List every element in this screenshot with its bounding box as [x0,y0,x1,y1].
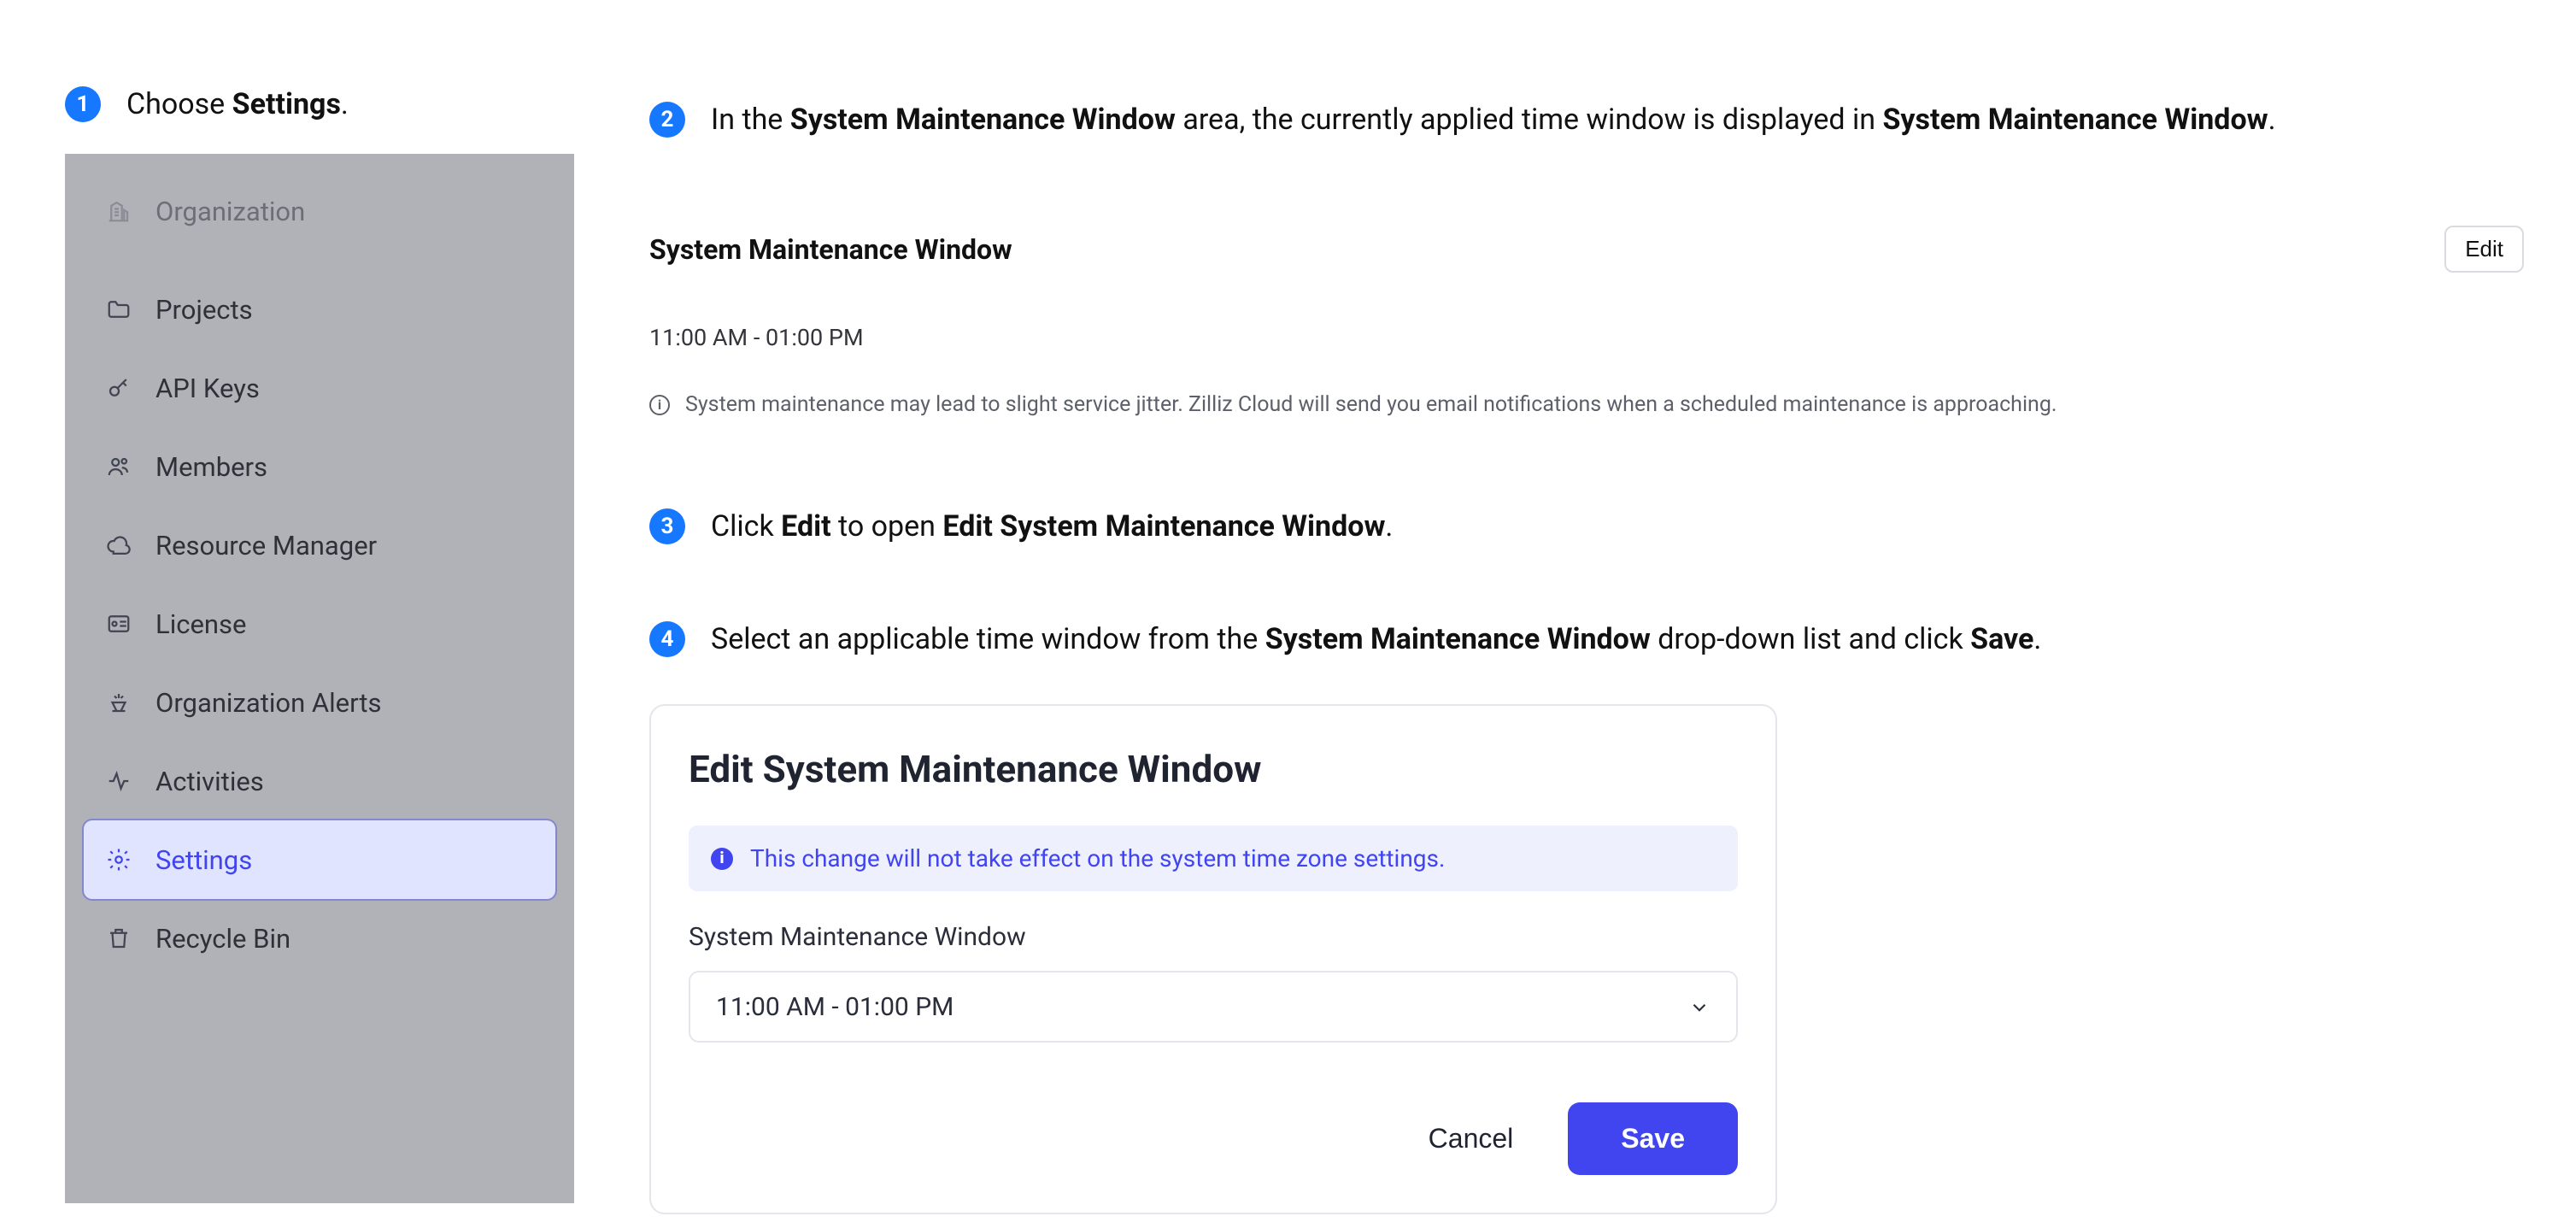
cloud-icon [104,531,133,560]
step-3-text: Click Edit to open Edit System Maintenan… [711,508,1393,545]
organization-icon [104,197,133,226]
sidebar-item-label: Recycle Bin [155,923,290,955]
sidebar-item-api-keys[interactable]: API Keys [84,349,555,427]
sidebar-header-organization: Organization [84,178,555,244]
maintenance-window-time: 11:00 AM - 01:00 PM [649,324,2529,351]
sidebar-item-label: Activities [155,766,264,797]
dialog-info-alert: i This change will not take effect on th… [689,826,1738,891]
dialog-title: Edit System Maintenance Window [689,747,1738,791]
maintenance-window-select[interactable]: 11:00 AM - 01:00 PM [689,971,1738,1043]
gear-icon [104,845,133,874]
step-2-text: In the System Maintenance Window area, t… [711,101,2276,138]
activity-icon [104,767,133,796]
edit-maintenance-window-dialog: Edit System Maintenance Window i This ch… [649,704,1777,1214]
info-filled-icon: i [711,848,733,870]
save-button[interactable]: Save [1568,1102,1738,1175]
folder-icon [104,295,133,324]
sidebar: Organization Projects API Keys Members [65,154,574,1203]
sidebar-header-label: Organization [155,196,305,227]
maintenance-window-panel: System Maintenance Window Edit 11:00 AM … [649,226,2529,417]
sidebar-item-label: Members [155,451,267,483]
step-2: 2 In the System Maintenance Window area,… [649,101,2276,138]
sidebar-item-resource-manager[interactable]: Resource Manager [84,506,555,585]
sidebar-item-label: API Keys [155,373,260,404]
chevron-down-icon [1688,996,1710,1018]
license-icon [104,609,133,638]
sidebar-item-label: Organization Alerts [155,687,381,719]
step-badge-4: 4 [649,621,685,657]
sidebar-item-activities[interactable]: Activities [84,742,555,820]
step-4: 4 Select an applicable time window from … [649,620,2041,658]
step-badge-3: 3 [649,508,685,544]
step-badge-2: 2 [649,102,685,138]
sidebar-item-label: Settings [155,844,252,876]
alert-icon [104,688,133,717]
dialog-alert-text: This change will not take effect on the … [750,844,1445,873]
select-value: 11:00 AM - 01:00 PM [716,992,954,1022]
info-icon: i [649,395,670,415]
trash-icon [104,924,133,953]
step-badge-1: 1 [65,86,101,122]
sidebar-item-label: Resource Manager [155,530,377,561]
sidebar-item-label: Projects [155,294,253,326]
maintenance-window-note-text: System maintenance may lead to slight se… [685,392,2057,417]
dialog-field-label: System Maintenance Window [689,922,1738,952]
step-1: 1 Choose Settings. [65,85,349,123]
maintenance-window-title: System Maintenance Window [649,233,1012,266]
step-3: 3 Click Edit to open Edit System Mainten… [649,508,1393,545]
sidebar-item-license[interactable]: License [84,585,555,663]
sidebar-item-members[interactable]: Members [84,427,555,506]
edit-button[interactable]: Edit [2444,226,2524,273]
members-icon [104,452,133,481]
sidebar-item-label: License [155,608,246,640]
sidebar-item-projects[interactable]: Projects [84,270,555,349]
cancel-button[interactable]: Cancel [1420,1106,1523,1172]
maintenance-window-note: i System maintenance may lead to slight … [649,392,2529,417]
step-4-text: Select an applicable time window from th… [711,620,2041,658]
sidebar-item-organization-alerts[interactable]: Organization Alerts [84,663,555,742]
sidebar-item-recycle-bin[interactable]: Recycle Bin [84,899,555,978]
step-1-text: Choose Settings. [126,85,349,123]
key-icon [104,373,133,402]
sidebar-item-settings[interactable]: Settings [84,820,555,899]
